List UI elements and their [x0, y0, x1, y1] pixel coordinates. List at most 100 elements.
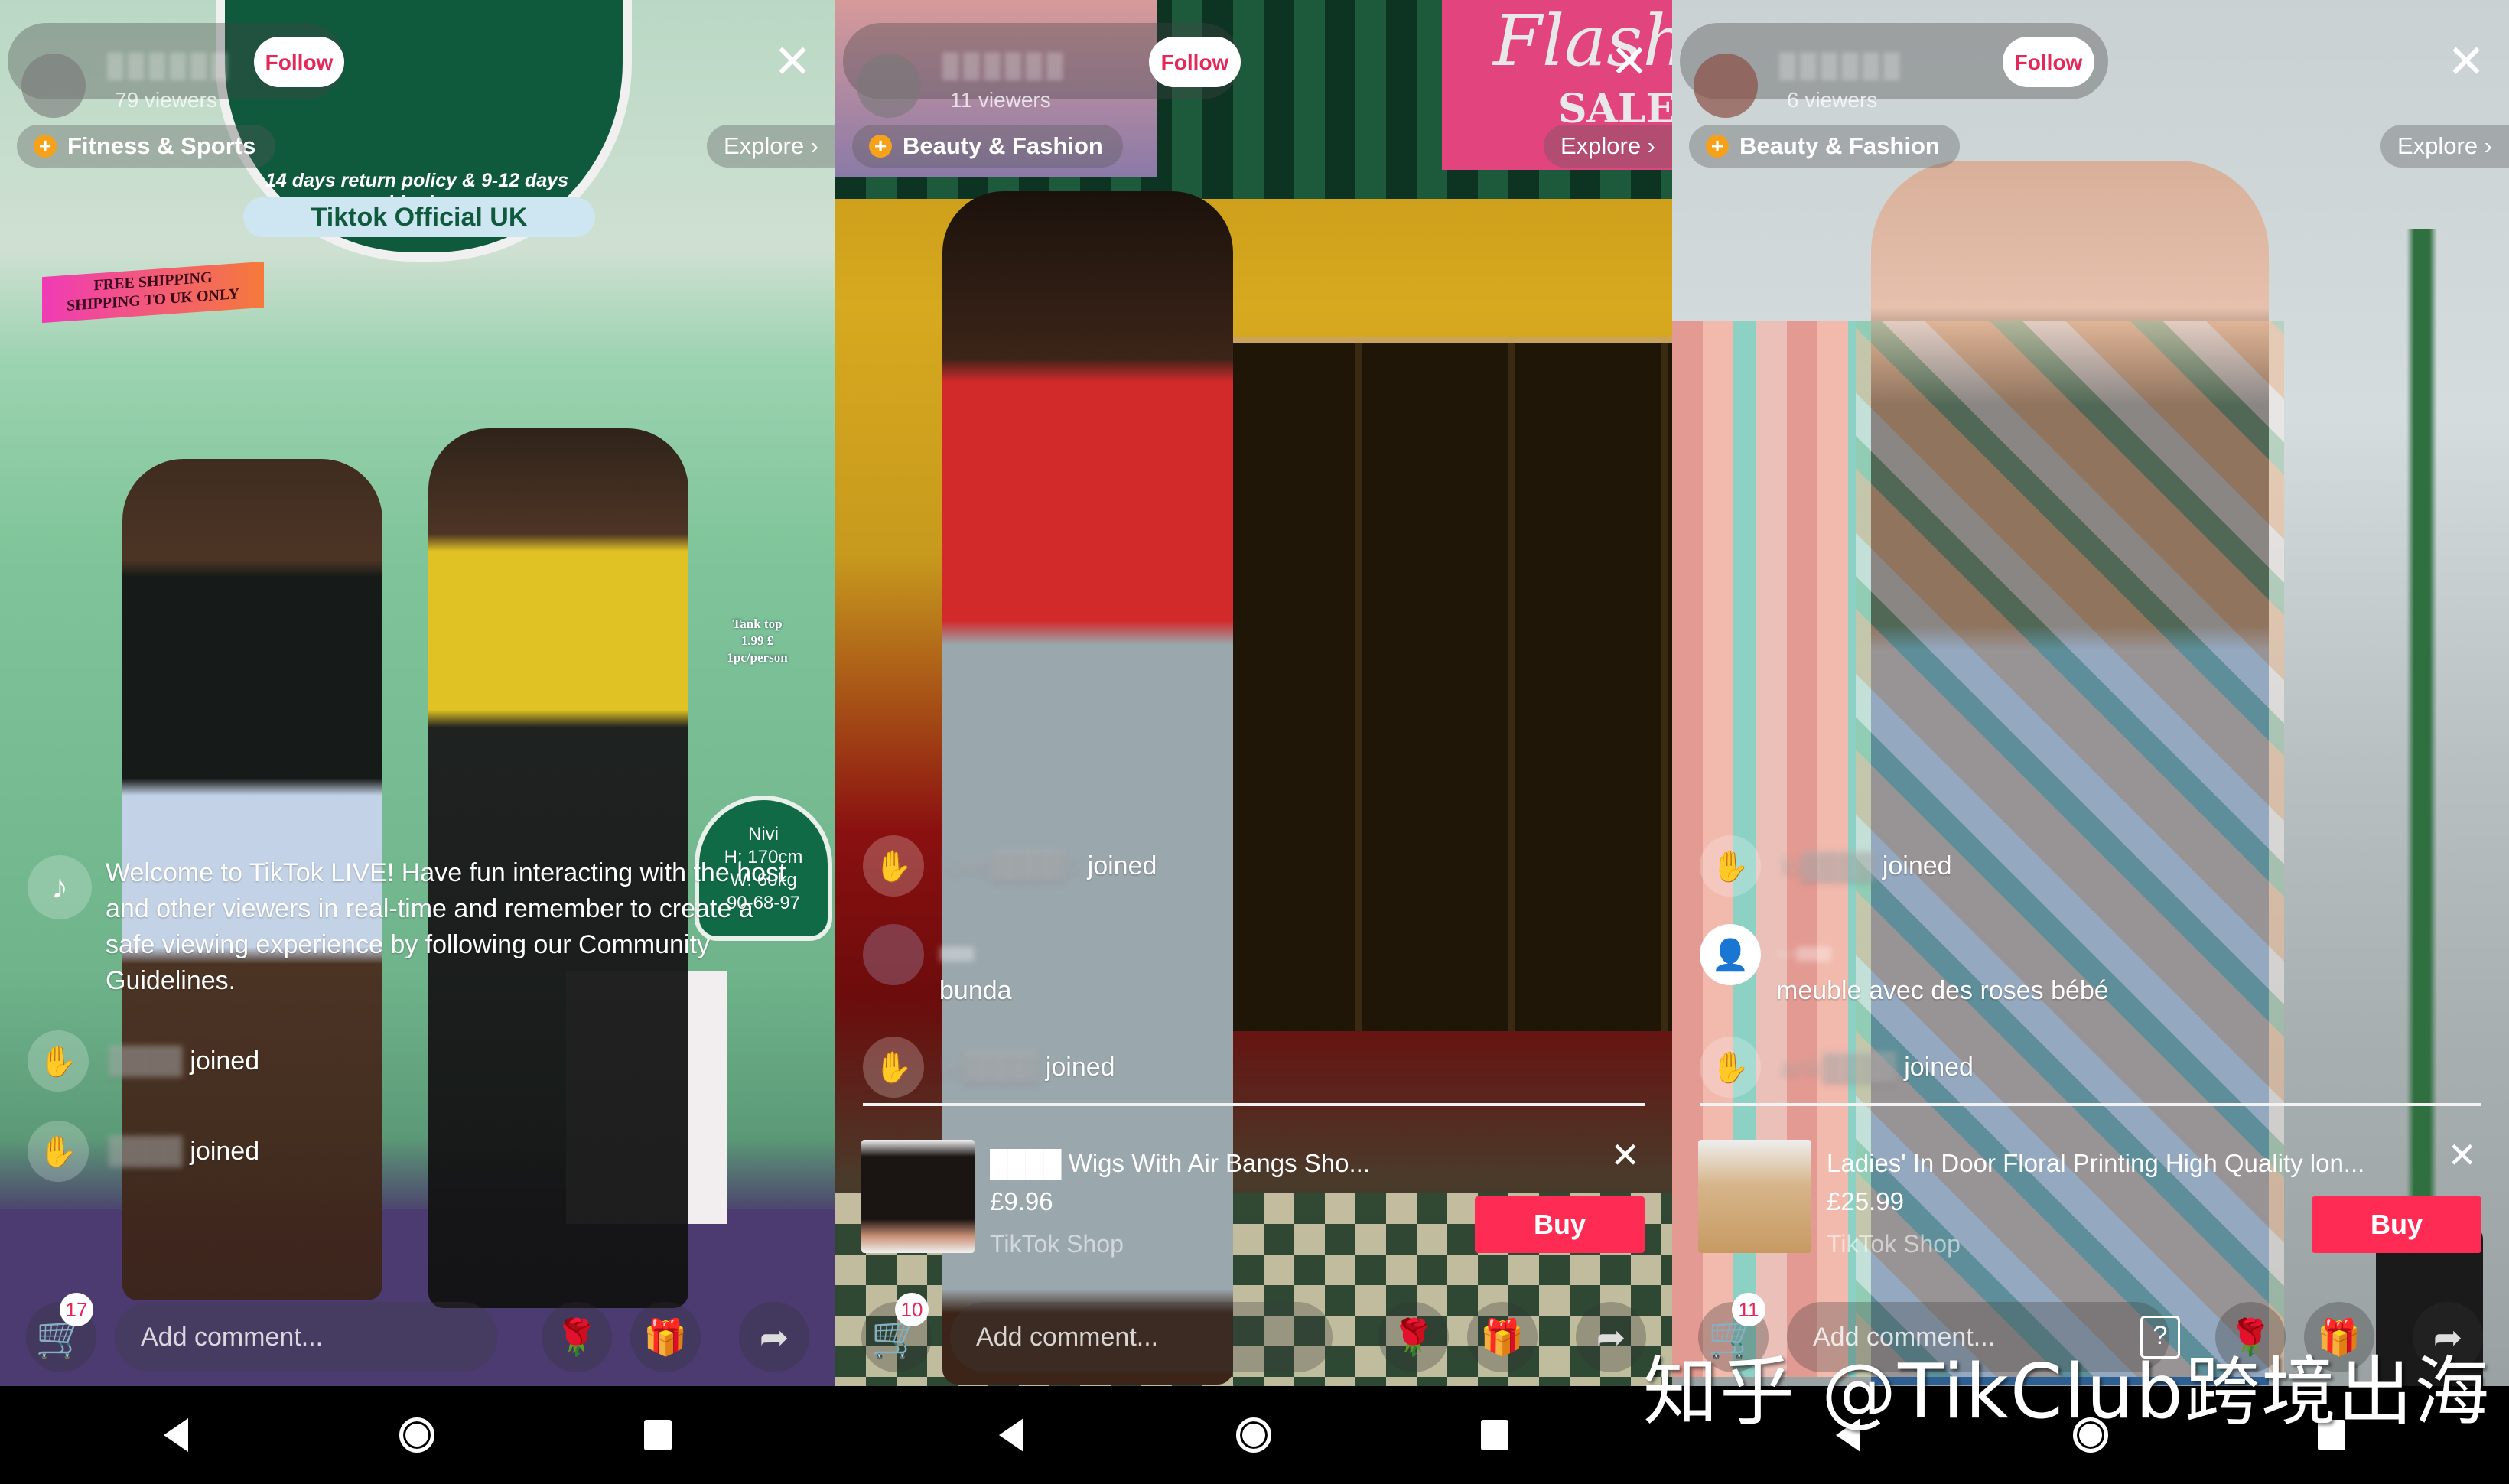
username-redacted: ████ [109, 1136, 183, 1166]
watermark: 知乎 @TikClub跨境出海 [1643, 1349, 2491, 1436]
buy-button[interactable]: Buy [2312, 1196, 2481, 1253]
wave-icon: ✋ [1700, 835, 1761, 897]
comment-input[interactable] [115, 1302, 497, 1372]
chat-message-text: le████ joined [944, 1053, 1115, 1082]
chat-message: ✋ love████6 joined [863, 835, 1157, 897]
nav-home-button[interactable] [1219, 1386, 1288, 1484]
share-button[interactable]: ➦ [1576, 1302, 1646, 1372]
pinned-product-card[interactable]: Ladies' In Door Floral Printing High Qua… [1698, 1134, 2481, 1258]
category-pill[interactable]: + Beauty & Fashion [1689, 125, 1960, 168]
product-shop: TikTok Shop [990, 1230, 1124, 1258]
username-redacted: le████ [944, 1052, 1038, 1082]
product-price: £9.96 [990, 1187, 1053, 1216]
divider [1700, 1103, 2481, 1106]
bottom-action-bar: 🛒 17 🌹 🎁 ➦ [0, 1293, 835, 1378]
category-pill[interactable]: + Fitness & Sports [17, 125, 276, 168]
host-avatar[interactable] [1694, 54, 1758, 118]
category-label: Beauty & Fashion [903, 132, 1103, 159]
message-body: joined [190, 1046, 260, 1076]
welcome-message: Welcome to TikTok LIVE! Have fun interac… [106, 858, 786, 995]
follow-button[interactable]: Follow [2003, 37, 2094, 87]
chat-message-text: ank████ joined [1781, 1053, 1974, 1082]
product-thumbnail[interactable] [1698, 1140, 1811, 1253]
explore-button[interactable]: Explore › [1543, 125, 1672, 168]
username-redacted: ████ [109, 1046, 183, 1076]
recents-square-icon [644, 1420, 672, 1450]
gift-button[interactable]: 🎁 [1467, 1302, 1538, 1372]
shopping-cart-button[interactable]: 🛒 10 [861, 1293, 932, 1372]
comment-input[interactable] [950, 1302, 1333, 1372]
rose-icon: 🌹 [1391, 1316, 1436, 1357]
explore-button[interactable]: Explore › [706, 125, 835, 168]
scene-wig-shelf [1202, 337, 1672, 1031]
message-body: bunda [939, 976, 1012, 1005]
product-title[interactable]: Ladies' In Door Floral Printing High Qua… [1827, 1149, 2364, 1178]
username-redacted: ben████ [1776, 948, 1832, 961]
back-triangle-icon [164, 1418, 188, 1452]
bottom-action-bar: 🛒 10 🌹 🎁 ➦ [835, 1293, 1672, 1378]
close-icon[interactable]: ✕ [768, 37, 817, 86]
rose-gift-button[interactable]: 🌹 [1378, 1302, 1449, 1372]
buy-button[interactable]: Buy [1475, 1196, 1645, 1253]
username-redacted: ank████ [1781, 1052, 1897, 1082]
share-button[interactable]: ➦ [739, 1302, 809, 1372]
host-name-redacted: ██████ [1779, 54, 1905, 79]
message-body: joined [1087, 851, 1157, 880]
nav-recents-button[interactable] [623, 1386, 692, 1484]
close-product-icon[interactable]: ✕ [1606, 1134, 1645, 1176]
share-icon: ➦ [759, 1317, 789, 1357]
gift-icon: 🎁 [643, 1316, 688, 1357]
plus-icon: + [34, 135, 57, 158]
divider [863, 1103, 1645, 1106]
product-title[interactable]: ████ Wigs With Air Bangs Sho... [990, 1149, 1370, 1178]
nav-home-button[interactable] [382, 1386, 451, 1484]
wave-icon: ✋ [863, 835, 924, 897]
home-circle-icon [1236, 1417, 1271, 1453]
cart-count-badge: 17 [60, 1293, 93, 1326]
follow-button[interactable]: Follow [1149, 37, 1241, 87]
rose-gift-button[interactable]: 🌹 [542, 1302, 612, 1372]
chat-message: ✋ ank████ joined [1700, 1037, 1974, 1098]
chat-message: ✋ ████ joined [28, 1121, 259, 1182]
product-thumbnail[interactable] [861, 1140, 975, 1253]
chat-message: ✋ lo████ joined [1700, 835, 1952, 897]
user-avatar[interactable] [863, 924, 924, 985]
nav-back-button[interactable] [977, 1386, 1046, 1484]
host-avatar[interactable] [857, 54, 921, 118]
pinned-product-card[interactable]: ████ Wigs With Air Bangs Sho... £9.96 Ti… [861, 1134, 1645, 1258]
follow-button[interactable]: Follow [254, 37, 344, 87]
message-body: joined [190, 1136, 260, 1166]
tank-line-3: 1pc/person [727, 650, 788, 665]
close-icon[interactable]: ✕ [2442, 37, 2491, 86]
explore-button[interactable]: Explore › [2380, 125, 2509, 168]
host-avatar[interactable] [21, 54, 86, 118]
wave-icon: ✋ [863, 1037, 924, 1098]
close-icon[interactable]: ✕ [1605, 37, 1654, 86]
wave-icon: ✋ [28, 1121, 89, 1182]
cart-count-badge: 10 [895, 1293, 929, 1326]
chat-message: ✋ le████ joined [863, 1037, 1115, 1098]
message-body: meuble avec des roses bébé [1776, 976, 2109, 1005]
live-stream-panel-3: ██████ 6 viewers Follow ✕ + Beauty & Fas… [1672, 0, 2509, 1386]
product-shop: TikTok Shop [1827, 1230, 1961, 1258]
chat-message: ████ bunda [863, 924, 1012, 1006]
plus-icon: + [869, 135, 892, 158]
category-label: Beauty & Fashion [1739, 132, 1940, 159]
plus-icon: + [1706, 135, 1729, 158]
chat-message-text: ████ joined [109, 1046, 259, 1076]
nav-back-button[interactable] [142, 1386, 210, 1484]
default-avatar-icon[interactable]: 👤 [1700, 924, 1761, 985]
back-triangle-icon [999, 1418, 1023, 1452]
category-pill[interactable]: + Beauty & Fashion [852, 125, 1123, 168]
tiktok-logo-icon: ♪ [28, 855, 92, 919]
scene-shipping-tag: FREE SHIPPING SHIPPING TO UK ONLY [42, 261, 264, 324]
wave-icon: ✋ [28, 1030, 89, 1092]
nav-recents-button[interactable] [1460, 1386, 1529, 1484]
close-product-icon[interactable]: ✕ [2442, 1134, 2481, 1176]
model-line-1: Nivi [748, 824, 779, 845]
username-redacted: ████ [939, 948, 975, 961]
gift-button[interactable]: 🎁 [630, 1302, 701, 1372]
product-price: £25.99 [1827, 1187, 1904, 1216]
shopping-cart-button[interactable]: 🛒 17 [26, 1293, 96, 1372]
tank-line-2: 1.99 £ [740, 633, 774, 648]
